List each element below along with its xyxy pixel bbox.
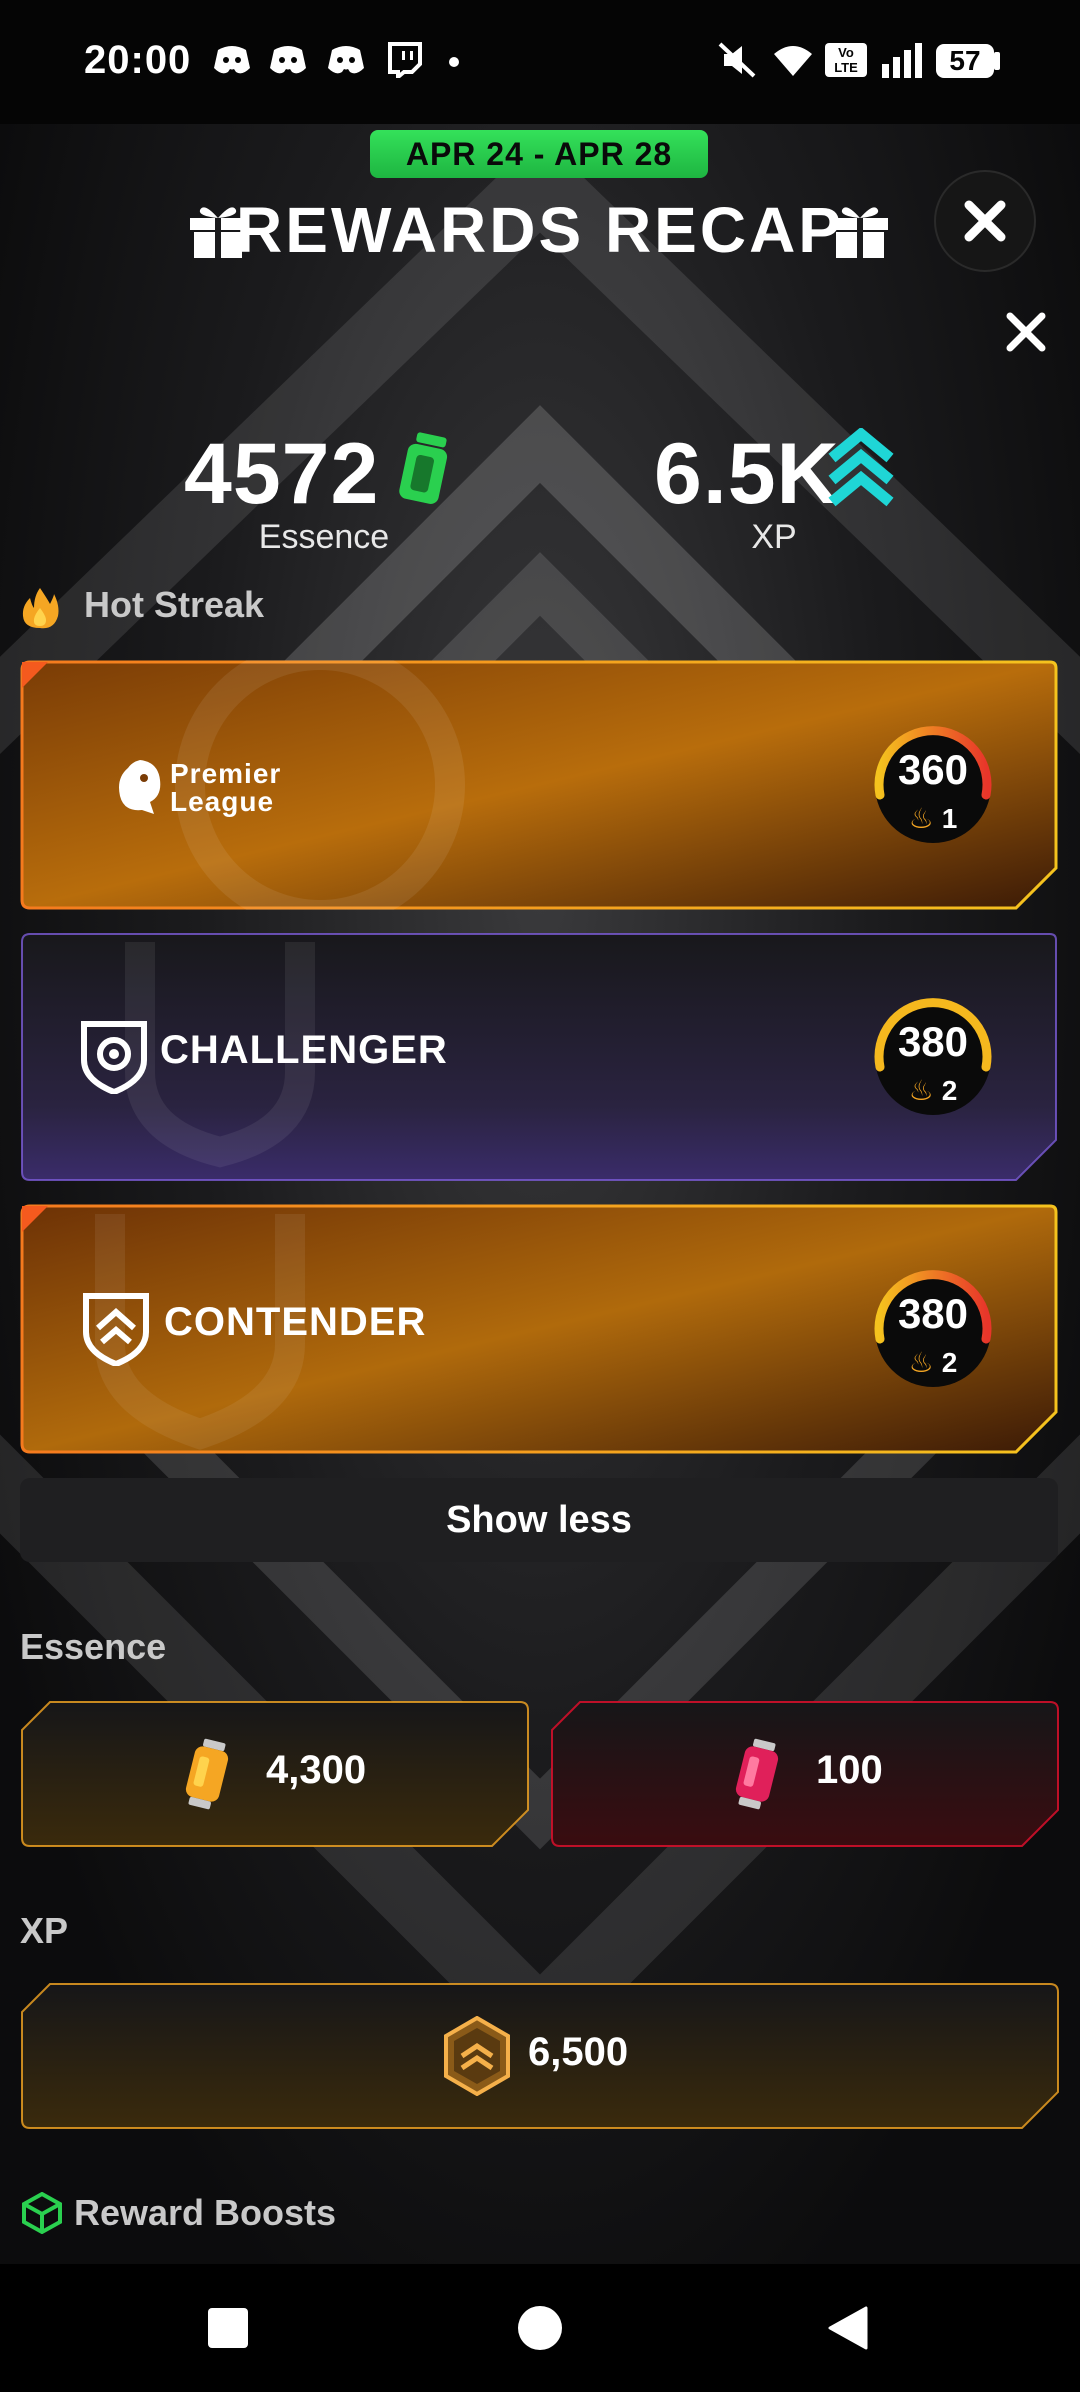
premier-league-lion-icon bbox=[119, 760, 161, 814]
flame-icon bbox=[22, 588, 59, 629]
challenger-badge-icon bbox=[81, 1021, 147, 1094]
flame-icon: ♨ bbox=[908, 1347, 934, 1378]
flame-icon: ♨ bbox=[908, 1075, 934, 1106]
premier-league-logo: Premier League bbox=[170, 760, 281, 816]
hot-streak-label: Hot Streak bbox=[84, 584, 265, 625]
status-time: 20:00 bbox=[84, 38, 192, 82]
streak-points: 360 bbox=[897, 746, 969, 793]
svg-text:Vo: Vo bbox=[838, 45, 854, 60]
contender-badge-icon bbox=[83, 1293, 149, 1366]
streak-count-row: ♨ 1 bbox=[868, 802, 998, 835]
page-title: REWARDS RECAP bbox=[236, 194, 844, 266]
essence-summary: 4572 bbox=[184, 424, 379, 524]
xp-section-label: XP bbox=[20, 1910, 69, 1951]
close-button[interactable] bbox=[934, 170, 1036, 272]
xp-token-icon bbox=[444, 2016, 510, 2096]
mute-icon bbox=[718, 42, 756, 78]
essence-reward-gold: 4,300 bbox=[20, 1700, 530, 1848]
gold-essence-value: 4,300 bbox=[266, 1748, 367, 1792]
logo-line-2: League bbox=[170, 786, 275, 817]
twitch-icon bbox=[388, 42, 422, 78]
back-button[interactable] bbox=[826, 2306, 870, 2350]
streak-points: 380 bbox=[897, 1018, 969, 1065]
wifi-icon bbox=[774, 46, 812, 76]
xp-reward-value: 6,500 bbox=[528, 2030, 629, 2074]
red-essence-value: 100 bbox=[816, 1748, 883, 1792]
battery-icon: 57 bbox=[936, 44, 994, 78]
flame-icon: ♨ bbox=[908, 803, 934, 834]
navigation-bar bbox=[0, 2264, 1080, 2392]
dismiss-icon[interactable] bbox=[1004, 310, 1048, 354]
challenger-title: CHALLENGER bbox=[160, 1028, 448, 1072]
streak-count: 1 bbox=[941, 803, 958, 834]
xp-total: 6.5K bbox=[654, 426, 840, 522]
essence-label: Essence bbox=[258, 518, 390, 556]
streak-gauge: 380 ♨ 2 bbox=[868, 992, 998, 1122]
volte-icon: Vo LTE bbox=[825, 43, 867, 77]
signal-icon bbox=[882, 43, 922, 78]
essence-total: 4572 bbox=[184, 426, 380, 522]
gift-icon bbox=[832, 207, 888, 258]
discord-icon bbox=[214, 46, 250, 74]
hot-streak-card-premier-league[interactable]: Premier League 360 ♨ 1 bbox=[20, 660, 1058, 910]
hot-streak-card-challenger[interactable]: CHALLENGER 380 ♨ 2 bbox=[20, 932, 1058, 1182]
home-button[interactable] bbox=[518, 2306, 562, 2350]
svg-text:LTE: LTE bbox=[834, 60, 858, 75]
gold-essence-icon bbox=[185, 1738, 229, 1810]
background bbox=[0, 124, 1080, 2264]
recents-button[interactable] bbox=[208, 2308, 248, 2348]
battery-level: 57 bbox=[949, 45, 981, 76]
contender-title: CONTENDER bbox=[164, 1300, 427, 1344]
dot-icon bbox=[449, 57, 459, 67]
essence-reward-red: 100 bbox=[550, 1700, 1060, 1848]
date-range-badge: APR 24 - APR 28 bbox=[370, 130, 708, 178]
streak-count-row: ♨ 2 bbox=[868, 1346, 998, 1379]
xp-chevron-icon bbox=[828, 428, 894, 507]
xp-summary: 6.5K bbox=[654, 424, 840, 524]
hot-streak-card-contender[interactable]: CONTENDER 380 ♨ 2 bbox=[20, 1204, 1058, 1454]
battery-tip bbox=[994, 52, 1000, 70]
discord-icon bbox=[328, 46, 364, 74]
streak-gauge: 360 ♨ 1 bbox=[868, 720, 998, 850]
status-bar: 20:00 Vo LTE 57 bbox=[0, 0, 1080, 124]
xp-reward: 6,500 bbox=[20, 1982, 1060, 2130]
close-icon bbox=[964, 200, 1006, 242]
red-essence-icon bbox=[735, 1738, 779, 1810]
essence-icon bbox=[399, 432, 448, 504]
streak-count-row: ♨ 2 bbox=[868, 1074, 998, 1107]
streak-count: 2 bbox=[941, 1347, 958, 1378]
reward-boosts-label: Reward Boosts bbox=[74, 2192, 337, 2233]
discord-icon bbox=[270, 46, 306, 74]
essence-section-label: Essence bbox=[20, 1626, 167, 1667]
logo-line-1: Premier bbox=[170, 758, 282, 789]
streak-gauge: 380 ♨ 2 bbox=[868, 1264, 998, 1394]
xp-label: XP bbox=[751, 518, 797, 556]
reward-boost-icon bbox=[22, 2192, 62, 2234]
streak-count: 2 bbox=[941, 1075, 958, 1106]
show-less-button[interactable]: Show less bbox=[20, 1478, 1058, 1562]
streak-points: 380 bbox=[897, 1290, 969, 1337]
